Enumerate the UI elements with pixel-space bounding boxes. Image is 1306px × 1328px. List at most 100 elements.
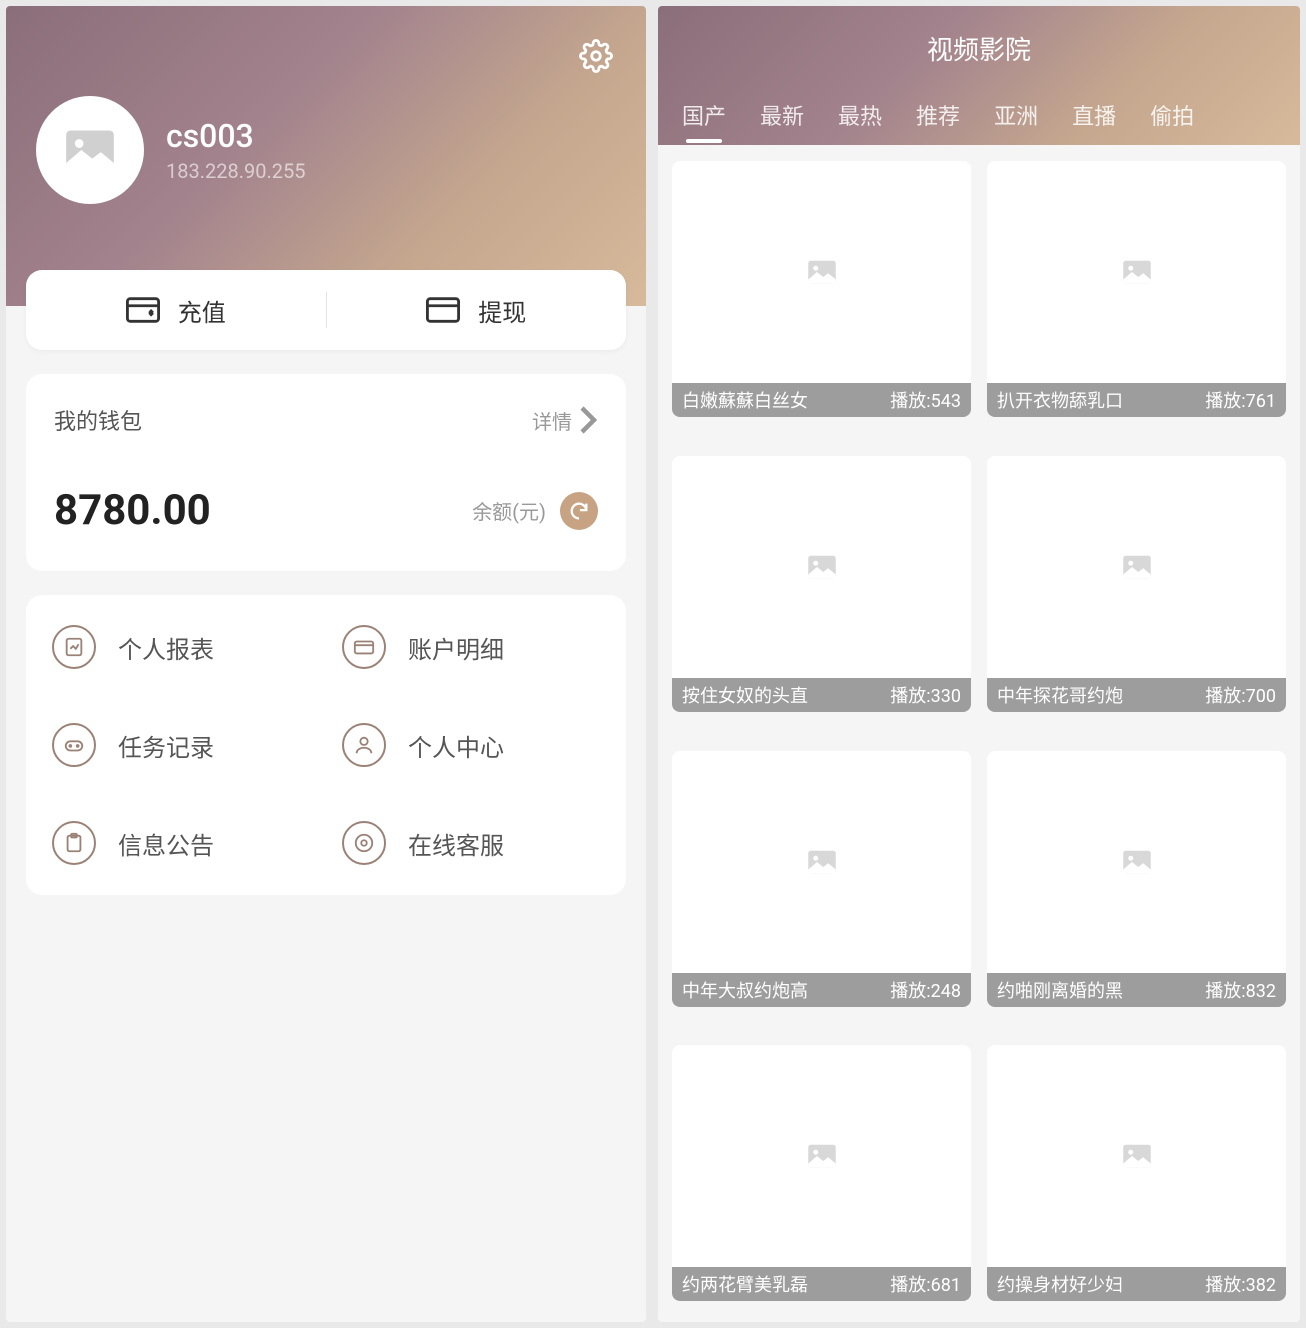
video-plays: 播放:761 (1205, 387, 1276, 413)
image-placeholder-icon (807, 849, 837, 875)
theatre-tabs: 国产 最新 最热 推荐 亚洲 直播 偷拍 (658, 99, 1300, 145)
menu-account-details[interactable]: 账户明细 (326, 625, 616, 669)
video-plays: 播放:543 (890, 387, 961, 413)
video-footer: 约操身材好少妇 播放:382 (987, 1267, 1286, 1301)
wallet-balance-label: 余额(元) (472, 496, 546, 525)
user-ip: 183.228.90.255 (166, 159, 305, 183)
video-plays: 播放:681 (890, 1271, 961, 1297)
gear-icon (579, 39, 613, 73)
image-placeholder-icon (1122, 849, 1152, 875)
image-placeholder-icon (807, 1143, 837, 1169)
video-thumbnail (987, 161, 1286, 383)
tab-推荐[interactable]: 推荐 (916, 99, 960, 131)
video-title: 中年探花哥约炮 (997, 682, 1123, 708)
profile-panel: cs003 183.228.90.255 充值 提现 我的钱包 详情 (6, 6, 646, 1322)
video-footer: 按住女奴的头直 播放:330 (672, 678, 971, 712)
clipboard-icon (52, 821, 96, 865)
image-placeholder-icon (807, 554, 837, 580)
tab-亚洲[interactable]: 亚洲 (994, 99, 1038, 131)
video-card[interactable]: 约操身材好少妇 播放:382 (987, 1045, 1286, 1301)
tab-最热[interactable]: 最热 (838, 99, 882, 131)
username: cs003 (166, 117, 305, 155)
menu-notices[interactable]: 信息公告 (36, 821, 326, 865)
video-thumbnail (987, 1045, 1286, 1267)
video-footer: 中年大叔约炮高 播放:248 (672, 973, 971, 1007)
image-placeholder-icon (1122, 1143, 1152, 1169)
video-plays: 播放:248 (890, 977, 961, 1003)
report-icon (52, 625, 96, 669)
wallet-details-label: 详情 (532, 406, 572, 435)
menu-label: 个人报表 (118, 630, 214, 665)
wallet-actions: 充值 提现 (26, 270, 626, 350)
video-title: 约两花臂美乳磊 (682, 1271, 808, 1297)
avatar[interactable] (36, 96, 144, 204)
menu-label: 在线客服 (408, 826, 504, 861)
profile-info: cs003 183.228.90.255 (36, 96, 616, 204)
video-title: 扒开衣物舔乳口 (997, 387, 1123, 413)
video-title: 约操身材好少妇 (997, 1271, 1123, 1297)
video-title: 约啪刚离婚的黑 (997, 977, 1123, 1003)
video-plays: 播放:382 (1205, 1271, 1276, 1297)
profile-header: cs003 183.228.90.255 (6, 6, 646, 306)
video-title: 按住女奴的头直 (682, 682, 808, 708)
video-card[interactable]: 扒开衣物舔乳口 播放:761 (987, 161, 1286, 417)
video-plays: 播放:832 (1205, 977, 1276, 1003)
video-footer: 中年探花哥约炮 播放:700 (987, 678, 1286, 712)
menu-label: 信息公告 (118, 826, 214, 861)
deposit-label: 充值 (178, 293, 226, 328)
video-thumbnail (672, 751, 971, 973)
refresh-icon (568, 500, 590, 522)
tab-直播[interactable]: 直播 (1072, 99, 1116, 131)
video-footer: 约啪刚离婚的黑 播放:832 (987, 973, 1286, 1007)
tab-偷拍[interactable]: 偷拍 (1150, 99, 1194, 131)
gamepad-icon (52, 723, 96, 767)
menu-personal-center[interactable]: 个人中心 (326, 723, 616, 767)
withdraw-label: 提现 (478, 293, 526, 328)
menu-label: 个人中心 (408, 728, 504, 763)
theatre-header: 视频影院 国产 最新 最热 推荐 亚洲 直播 偷拍 (658, 6, 1300, 145)
withdraw-button[interactable]: 提现 (327, 293, 627, 328)
video-card[interactable]: 中年探花哥约炮 播放:700 (987, 456, 1286, 712)
withdraw-icon (426, 296, 460, 324)
video-grid: 白嫩蘇蘇白丝女 播放:543 扒开衣物舔乳口 播放:761 按住女奴的头直 播放:330 中… (658, 145, 1300, 1322)
image-placeholder-icon (1122, 554, 1152, 580)
video-thumbnail (987, 751, 1286, 973)
wallet-details-button[interactable]: 详情 (532, 405, 598, 435)
image-placeholder-icon (1122, 259, 1152, 285)
menu-personal-report[interactable]: 个人报表 (36, 625, 326, 669)
menu-grid: 个人报表 账户明细 任务记录 个人中心 信息公告 (26, 595, 626, 895)
video-card[interactable]: 按住女奴的头直 播放:330 (672, 456, 971, 712)
wallet-title: 我的钱包 (54, 404, 142, 436)
video-thumbnail (672, 1045, 971, 1267)
menu-task-records[interactable]: 任务记录 (36, 723, 326, 767)
video-card[interactable]: 约啪刚离婚的黑 播放:832 (987, 751, 1286, 1007)
refresh-balance-button[interactable] (560, 492, 598, 530)
menu-label: 账户明细 (408, 630, 504, 665)
card-icon (342, 625, 386, 669)
video-footer: 白嫩蘇蘇白丝女 播放:543 (672, 383, 971, 417)
video-footer: 约两花臂美乳磊 播放:681 (672, 1267, 971, 1301)
video-footer: 扒开衣物舔乳口 播放:761 (987, 383, 1286, 417)
tab-国产[interactable]: 国产 (682, 99, 726, 131)
settings-button[interactable] (576, 36, 616, 76)
theatre-panel: 视频影院 国产 最新 最热 推荐 亚洲 直播 偷拍 白嫩蘇蘇白丝女 播放:543 扒开衣物舔乳口… (658, 6, 1300, 1322)
video-title: 中年大叔约炮高 (682, 977, 808, 1003)
video-card[interactable]: 中年大叔约炮高 播放:248 (672, 751, 971, 1007)
wallet-amount: 8780.00 (54, 486, 211, 535)
wallet-card: 我的钱包 详情 8780.00 余额(元) (26, 374, 626, 571)
menu-customer-service[interactable]: 在线客服 (326, 821, 616, 865)
video-plays: 播放:330 (890, 682, 961, 708)
video-card[interactable]: 约两花臂美乳磊 播放:681 (672, 1045, 971, 1301)
video-plays: 播放:700 (1205, 682, 1276, 708)
theatre-title: 视频影院 (658, 30, 1300, 67)
deposit-button[interactable]: 充值 (26, 293, 326, 328)
person-icon (342, 723, 386, 767)
tab-最新[interactable]: 最新 (760, 99, 804, 131)
image-placeholder-icon (807, 259, 837, 285)
deposit-icon (126, 296, 160, 324)
image-placeholder-icon (64, 127, 116, 173)
video-card[interactable]: 白嫩蘇蘇白丝女 播放:543 (672, 161, 971, 417)
video-title: 白嫩蘇蘇白丝女 (682, 387, 808, 413)
chevron-right-icon (578, 405, 598, 435)
menu-label: 任务记录 (118, 728, 214, 763)
